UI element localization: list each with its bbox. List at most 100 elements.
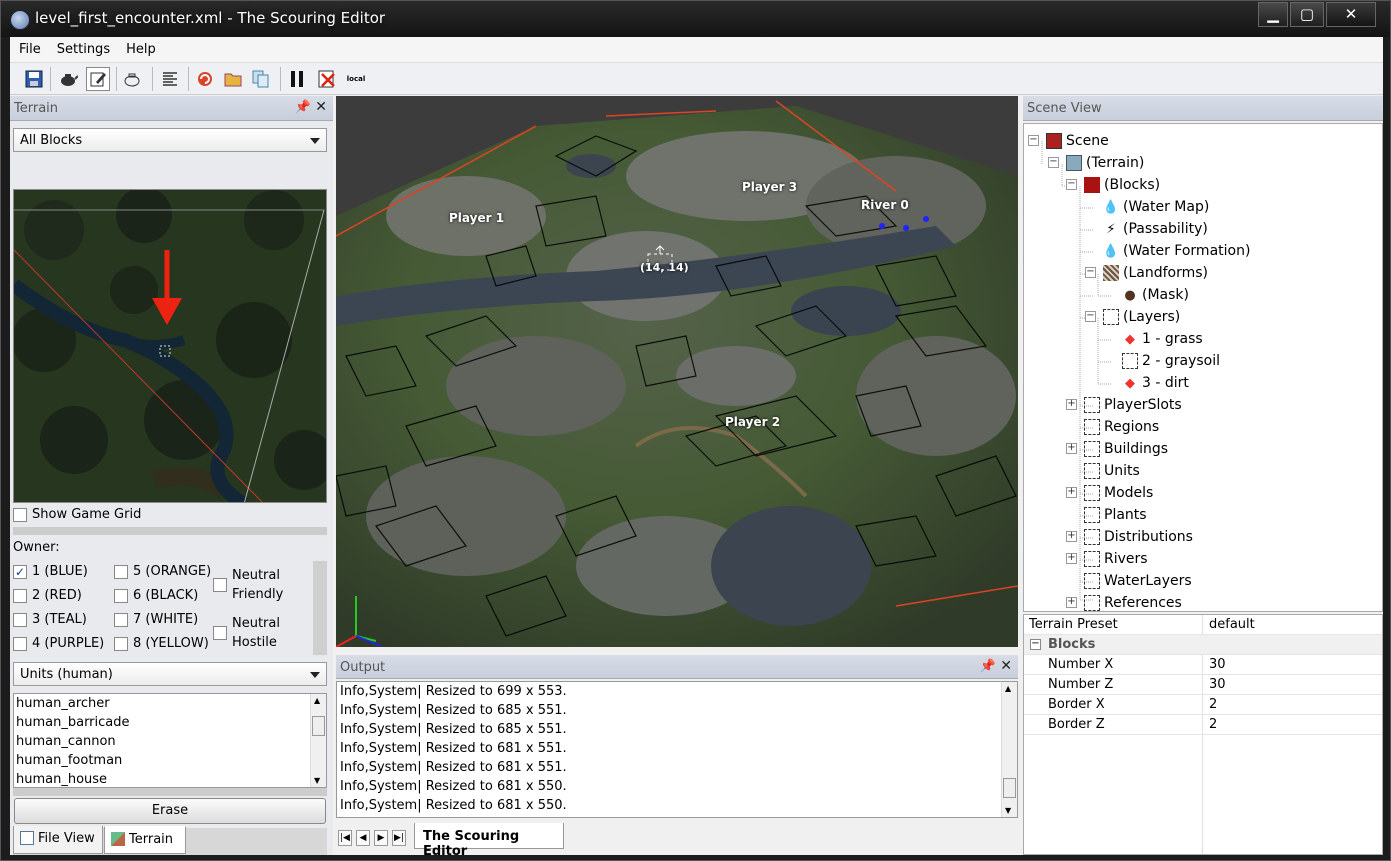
tree-node-mask[interactable]: ● (Mask) — [1122, 284, 1189, 306]
show-game-grid-checkbox[interactable]: Show Game Grid — [13, 507, 141, 522]
owner-6-checkbox[interactable]: 6 (BLACK) — [114, 588, 198, 603]
tree-node-rivers[interactable]: + Rivers — [1066, 548, 1148, 570]
list-item[interactable]: human_footman — [14, 751, 326, 770]
list-item[interactable]: human_archer — [14, 694, 326, 713]
edit-icon[interactable] — [86, 67, 110, 91]
block-filter-value: All Blocks — [20, 133, 83, 148]
close-button[interactable]: ✕ — [1326, 2, 1376, 27]
property-row[interactable]: Number Z 30 — [1024, 675, 1382, 695]
refresh-icon[interactable] — [193, 67, 217, 91]
close-icon[interactable]: ✕ — [1000, 658, 1012, 674]
tab-terrain[interactable]: Terrain — [104, 826, 186, 854]
tab-file-view[interactable]: File View — [13, 826, 103, 854]
output-tab-bar: |◀ ◀ ▶ ▶| The Scouring Editor — [336, 819, 1018, 859]
save-icon[interactable] — [22, 67, 46, 91]
property-row[interactable]: Number X 30 — [1024, 655, 1382, 675]
erase-button[interactable]: Erase — [14, 798, 326, 824]
tree-node-units[interactable]: Units — [1084, 460, 1140, 482]
open-folder-icon[interactable] — [221, 67, 245, 91]
scroll-down-icon: ▼ — [1005, 806, 1012, 815]
teapot-icon[interactable] — [56, 67, 80, 91]
tab-scouring-editor[interactable]: The Scouring Editor — [414, 823, 564, 859]
last-icon[interactable]: ▶| — [392, 830, 406, 846]
tree-node-terrain[interactable]: − (Terrain) — [1048, 152, 1144, 174]
dashed-box-icon — [1084, 485, 1100, 501]
divider — [13, 527, 327, 535]
unit-list[interactable]: human_archer human_barricade human_canno… — [13, 693, 327, 788]
tree-node-blocks[interactable]: − (Blocks) — [1066, 174, 1160, 196]
block-filter-dropdown[interactable]: All Blocks — [13, 128, 327, 152]
owner-5-checkbox[interactable]: 5 (ORANGE) — [114, 564, 211, 579]
diamond-icon: ◆ — [1125, 375, 1135, 391]
owner-scrollbar[interactable] — [313, 561, 327, 655]
owner-2-checkbox[interactable]: 2 (RED) — [13, 588, 82, 603]
maximize-button[interactable]: ▢ — [1290, 2, 1324, 27]
local-button[interactable]: local — [342, 67, 370, 91]
output-scrollbar[interactable]: ▲ ▼ — [1001, 682, 1017, 817]
tree-node-water-map[interactable]: 💧 (Water Map) — [1103, 196, 1209, 218]
tree-node-layer-graysoil[interactable]: 2 - graysoil — [1122, 350, 1220, 372]
tree-node-plants[interactable]: Plants — [1084, 504, 1147, 526]
pin-icon[interactable]: 📌 — [980, 659, 996, 674]
neutral-hostile-checkbox[interactable]: Neutral Hostile — [213, 614, 280, 652]
tree-node-layer-grass[interactable]: ◆ 1 - grass — [1122, 328, 1203, 350]
output-log[interactable]: Info,System| Resized to 699 x 553. Info,… — [336, 681, 1018, 818]
tree-node-playerslots[interactable]: + PlayerSlots — [1066, 394, 1182, 416]
menu-settings[interactable]: Settings — [48, 37, 117, 57]
property-grid[interactable]: Terrain Preset default − Blocks Number X… — [1023, 614, 1383, 855]
minimize-button[interactable]: ▁ — [1258, 2, 1288, 27]
tree-node-references[interactable]: + References — [1066, 592, 1182, 611]
dashed-box-icon — [1084, 529, 1100, 545]
owner-4-checkbox[interactable]: 4 (PURPLE) — [13, 636, 104, 651]
list-item[interactable]: human_cannon — [14, 732, 326, 751]
teapot-outline-icon[interactable] — [120, 67, 144, 91]
property-row[interactable]: Terrain Preset default — [1024, 615, 1382, 635]
neutral-friendly-checkbox[interactable]: Neutral Friendly — [213, 566, 283, 604]
tree-node-buildings[interactable]: + Buildings — [1066, 438, 1168, 460]
menu-file[interactable]: File — [10, 37, 48, 57]
tree-node-passability[interactable]: ⚡ (Passability) — [1103, 218, 1207, 240]
tree-node-landforms[interactable]: − (Landforms) — [1085, 262, 1208, 284]
close-icon[interactable]: ✕ — [315, 99, 327, 115]
menu-help[interactable]: Help — [117, 37, 163, 57]
collapse-icon: − — [1030, 638, 1041, 650]
water-drop-icon: 💧 — [1102, 199, 1120, 215]
title-bar[interactable]: level_first_encounter.xml - The Scouring… — [1, 1, 1390, 37]
tree-node-waterlayers[interactable]: WaterLayers — [1084, 570, 1192, 592]
log-line: Info,System| Resized to 681 x 550. — [340, 779, 567, 794]
prev-icon[interactable]: ◀ — [356, 830, 370, 846]
pause-icon[interactable] — [285, 67, 309, 91]
tree-node-regions[interactable]: Regions — [1084, 416, 1159, 438]
owner-8-checkbox[interactable]: 8 (YELLOW) — [114, 636, 209, 651]
owner-1-checkbox[interactable]: ✓ 1 (BLUE) — [13, 564, 88, 579]
owner-label: Owner: — [13, 540, 60, 555]
app-icon — [10, 10, 30, 30]
tree-node-scene[interactable]: − Scene — [1028, 130, 1109, 152]
cancel-icon[interactable] — [315, 67, 339, 91]
align-icon[interactable] — [158, 67, 182, 91]
tree-node-distributions[interactable]: + Distributions — [1066, 526, 1193, 548]
next-icon[interactable]: ▶ — [374, 830, 388, 846]
pin-icon[interactable]: 📌 — [295, 100, 311, 115]
tree-node-models[interactable]: + Models — [1066, 482, 1153, 504]
list-item[interactable]: human_barricade — [14, 713, 326, 732]
list-item[interactable]: human_house — [14, 770, 326, 787]
3d-viewport[interactable]: Player 1 Player 3 River 0 Player 2 (14, … — [336, 96, 1018, 647]
tree-node-layers[interactable]: − (Layers) — [1085, 306, 1180, 328]
terrain-minimap[interactable] — [13, 189, 327, 503]
property-row[interactable]: Border X 2 — [1024, 695, 1382, 715]
copy-icon[interactable] — [249, 67, 273, 91]
scene-tree[interactable]: − Scene − (Terrain) − (Blocks) 💧 (Water Map)… — [1023, 123, 1383, 612]
property-row[interactable]: Border Z 2 — [1024, 715, 1382, 735]
scroll-thumb — [1003, 778, 1016, 798]
unit-list-scrollbar[interactable]: ▲ ▼ — [310, 694, 326, 787]
owner-7-checkbox[interactable]: 7 (WHITE) — [114, 612, 198, 627]
owner-3-checkbox[interactable]: 3 (TEAL) — [13, 612, 87, 627]
first-icon[interactable]: |◀ — [338, 830, 352, 846]
property-group-blocks[interactable]: − Blocks — [1024, 635, 1382, 655]
dashed-box-icon — [1084, 507, 1100, 523]
dashed-box-icon — [1084, 551, 1100, 567]
tree-node-water-formation[interactable]: 💧 (Water Formation) — [1103, 240, 1251, 262]
unit-filter-dropdown[interactable]: Units (human) — [13, 662, 327, 686]
tree-node-layer-dirt[interactable]: ◆ 3 - dirt — [1122, 372, 1189, 394]
